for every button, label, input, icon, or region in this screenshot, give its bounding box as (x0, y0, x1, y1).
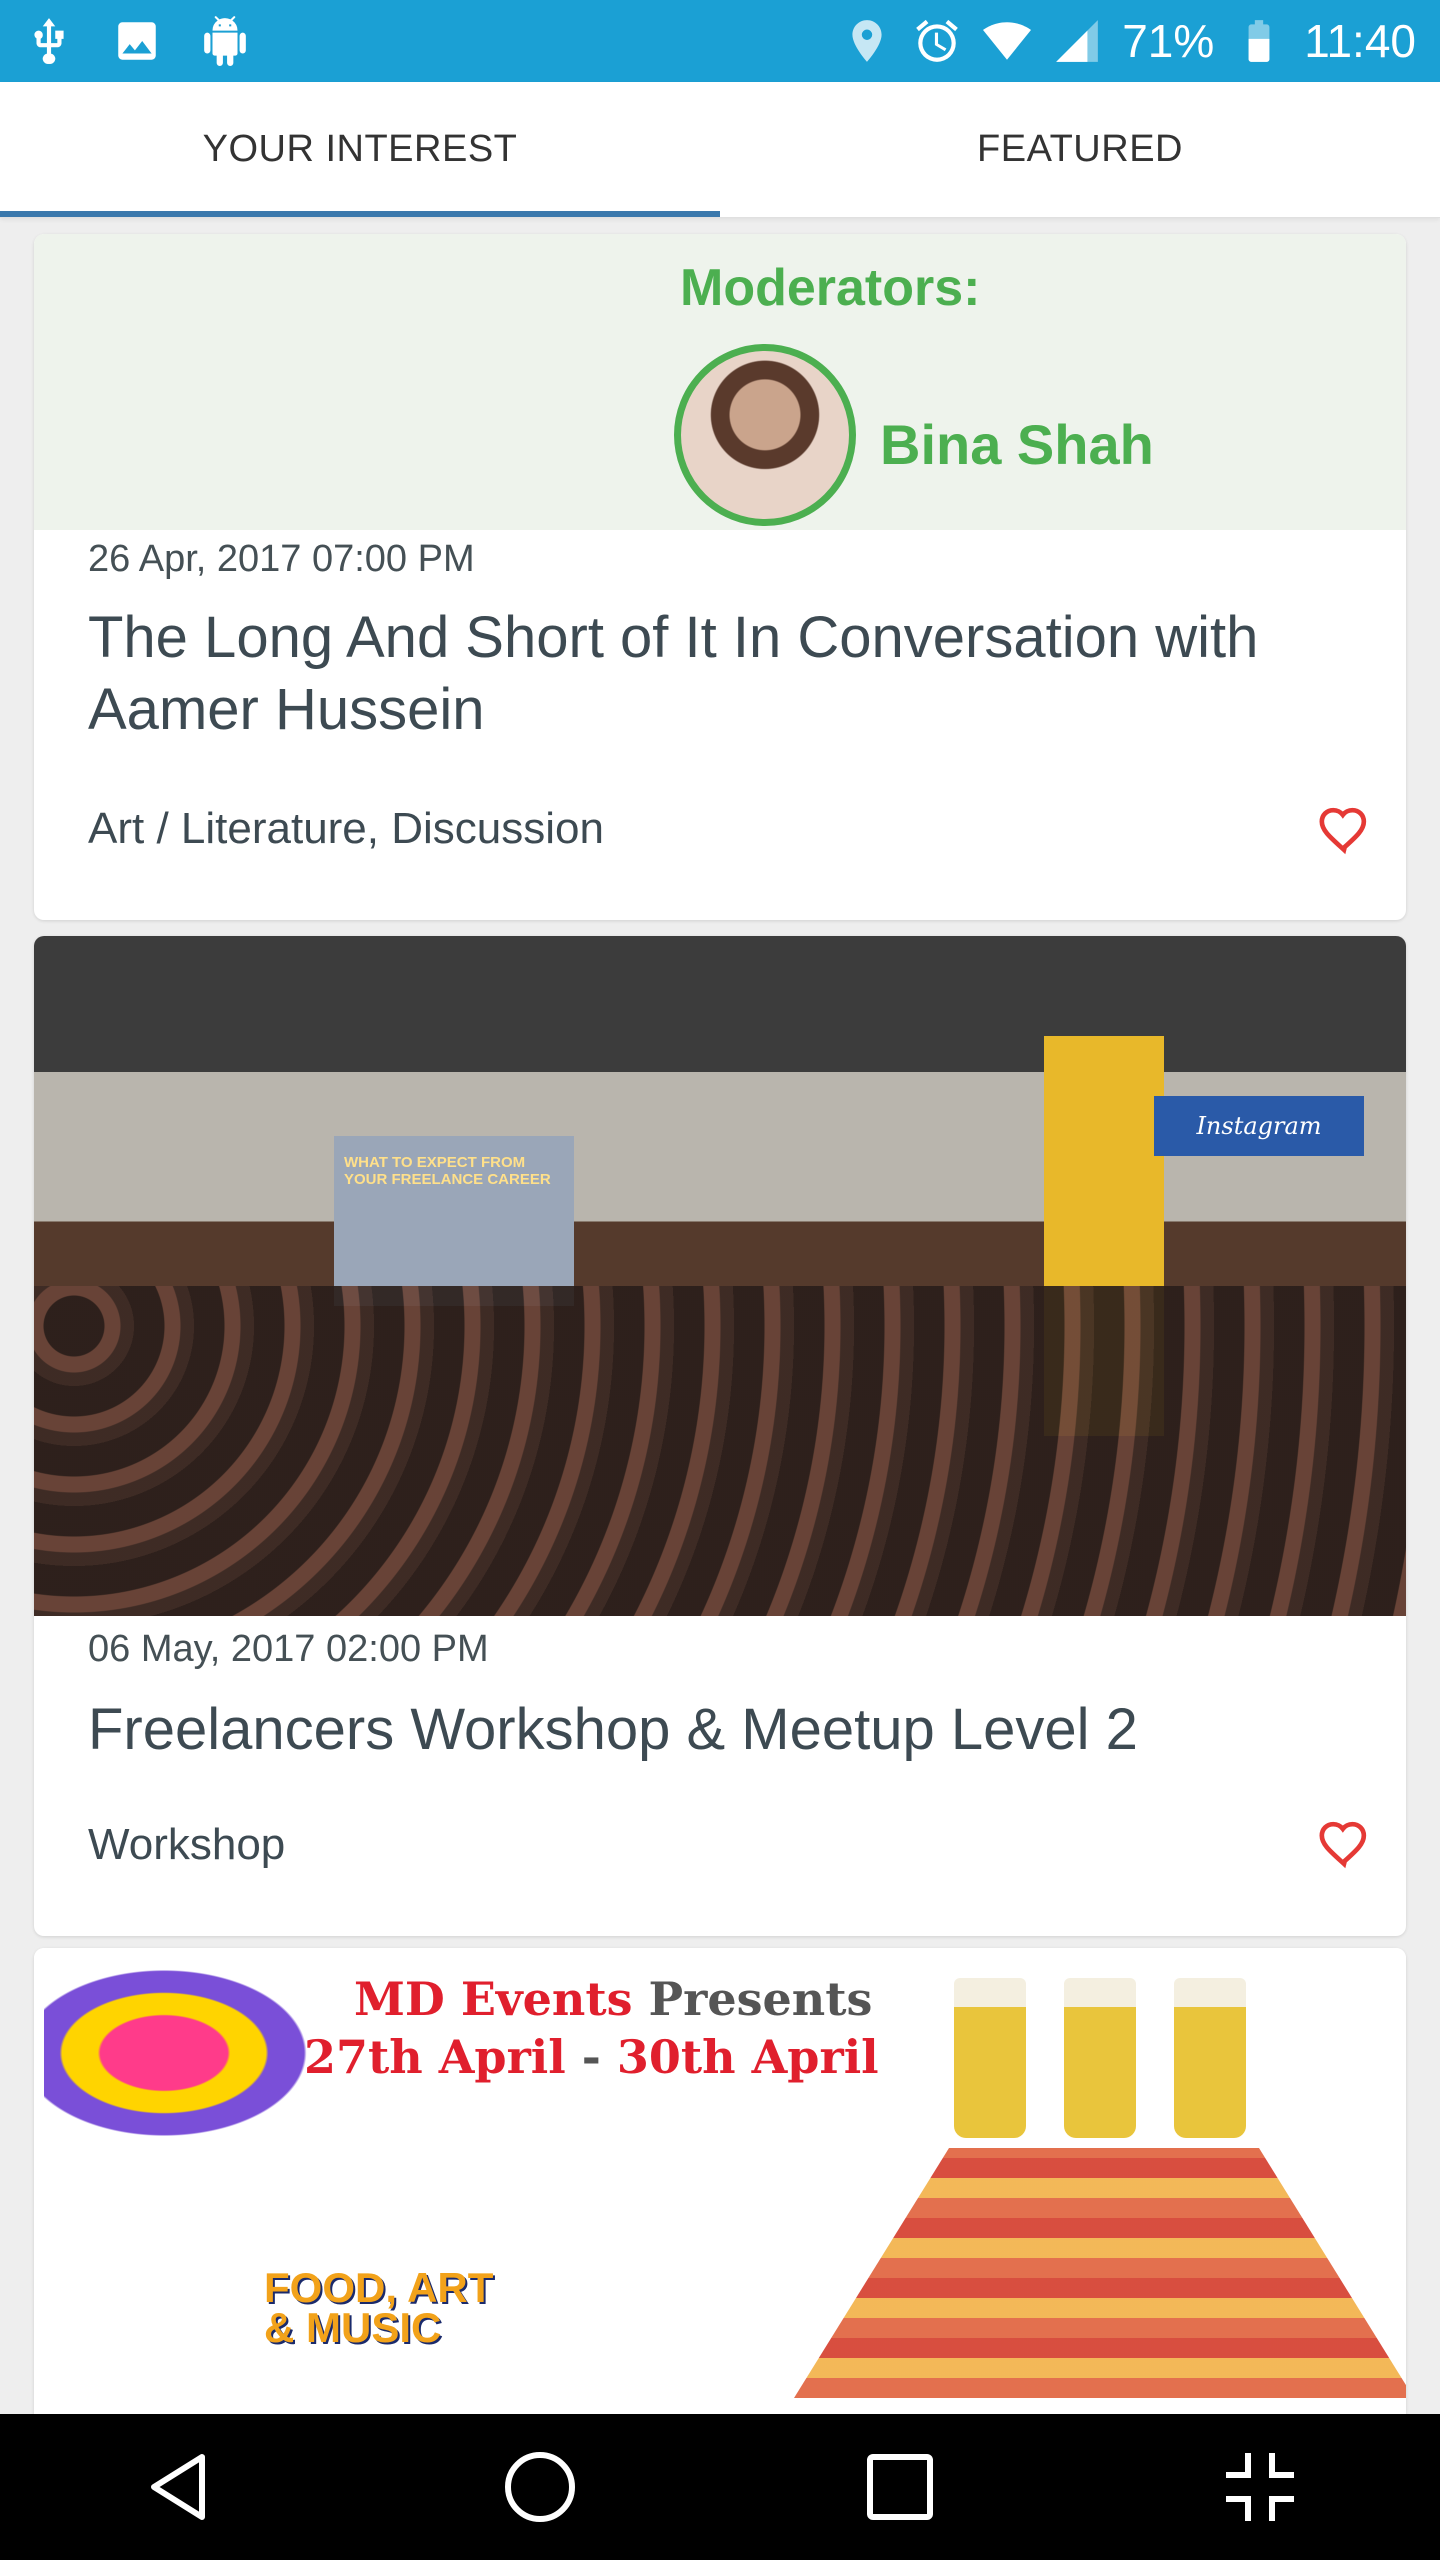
tab-featured[interactable]: FEATURED (720, 82, 1440, 217)
event-card[interactable]: WHAT TO EXPECT FROM YOUR FREELANCE CAREE… (34, 936, 1406, 1936)
event-date: 26 Apr, 2017 07:00 PM (88, 538, 475, 580)
wall-sign: Instagram (1154, 1096, 1364, 1156)
status-bar: 71% 11:40 (0, 0, 1440, 82)
food-pile (794, 2148, 1406, 2398)
alarm-icon (912, 16, 962, 66)
tab-bar: YOUR INTEREST FEATURED (0, 82, 1440, 218)
favorite-button[interactable] (1316, 802, 1372, 858)
recents-button[interactable] (840, 2427, 960, 2547)
wifi-icon (982, 16, 1032, 66)
drink-glass (1174, 1978, 1246, 2138)
music-splash (44, 1948, 344, 2158)
event-categories: Art / Literature, Discussion (88, 804, 604, 853)
audience (34, 1286, 1406, 1616)
location-icon (842, 16, 892, 66)
exit-fullscreen-icon (1226, 2453, 1294, 2521)
drink-glass (1064, 1978, 1136, 2138)
event-title: The Long And Short of It In Conversation… (88, 605, 1259, 742)
back-button[interactable] (120, 2427, 240, 2547)
event-image: WHAT TO EXPECT FROM YOUR FREELANCE CAREE… (34, 936, 1406, 1616)
image-presenter-line: MD Events Presents (354, 1972, 873, 2026)
home-button[interactable] (480, 2427, 600, 2547)
event-image: MD Events Presents 27th April - 30th Apr… (34, 1948, 1406, 2398)
image-icon (112, 16, 162, 66)
battery-percentage: 71% (1122, 15, 1215, 67)
clock: 11:40 (1304, 15, 1416, 67)
event-title: Freelancers Workshop & Meetup Level 2 (88, 1697, 1138, 1762)
navigation-bar (0, 2414, 1440, 2560)
favorite-button[interactable] (1316, 1816, 1372, 1872)
screen-text: WHAT TO EXPECT FROM YOUR FREELANCE CAREE… (344, 1154, 551, 1188)
image-heading: Moderators: (680, 259, 981, 317)
event-card[interactable]: MD Events Presents 27th April - 30th Apr… (34, 1948, 1406, 2414)
moderator-avatar (674, 344, 856, 526)
moderator-name: Bina Shah (880, 413, 1154, 476)
event-card[interactable]: Moderators: Bina Shah 26 Apr, 2017 07:00… (34, 234, 1406, 920)
heart-outline-icon (1319, 807, 1367, 855)
battery-icon (1234, 16, 1284, 66)
event-logo: FOOD, ART & MUSIC (264, 2264, 494, 2351)
event-date: 06 May, 2017 02:00 PM (88, 1628, 489, 1670)
event-feed[interactable]: Moderators: Bina Shah 26 Apr, 2017 07:00… (0, 218, 1440, 2414)
event-categories: Workshop (88, 1820, 286, 1869)
home-icon (505, 2452, 575, 2522)
image-dates-line: 27th April - 30th April (304, 2030, 879, 2084)
back-icon (151, 2454, 205, 2520)
exit-fullscreen-button[interactable] (1200, 2427, 1320, 2547)
heart-outline-icon (1319, 1821, 1367, 1869)
usb-icon (24, 16, 74, 66)
drink-glass (954, 1978, 1026, 2138)
signal-icon (1052, 16, 1102, 66)
event-image: Moderators: Bina Shah (34, 234, 1406, 530)
android-debug-icon (200, 16, 250, 66)
tab-your-interest[interactable]: YOUR INTEREST (0, 82, 720, 217)
recents-icon (867, 2454, 933, 2520)
